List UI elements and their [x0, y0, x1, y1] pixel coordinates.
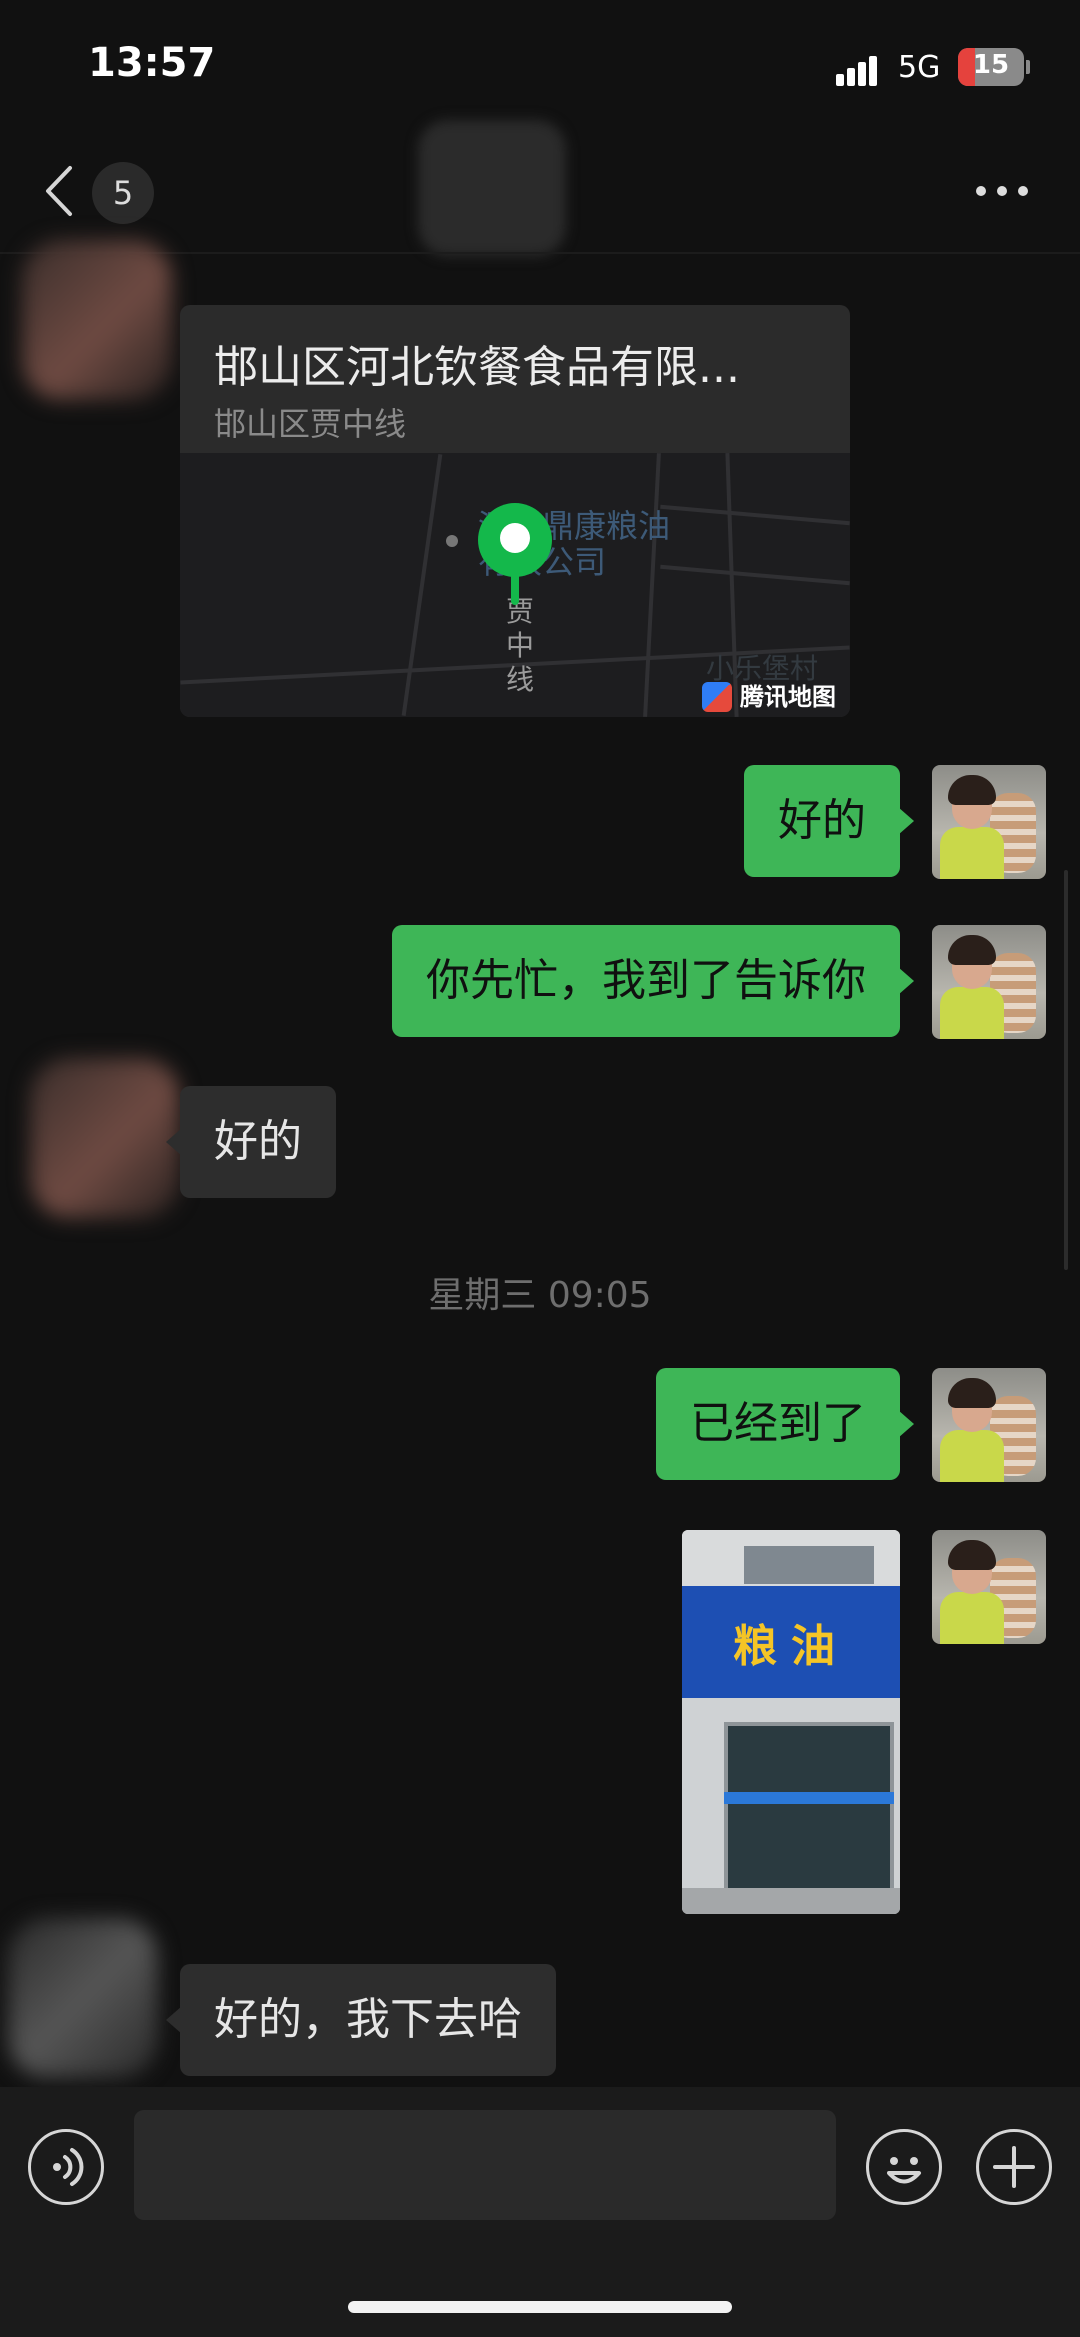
- message-bubble-self[interactable]: 好的: [744, 765, 914, 877]
- location-title: 邯山区河北钦餐食品有限...: [214, 342, 740, 393]
- more-dots-icon[interactable]: [976, 186, 1028, 196]
- message-bubble-other[interactable]: 好的: [166, 1086, 336, 1198]
- plus-icon[interactable]: [976, 2129, 1052, 2205]
- unread-count-badge[interactable]: 5: [92, 162, 154, 224]
- contact-avatar[interactable]: [30, 1058, 180, 1218]
- self-avatar[interactable]: [932, 765, 1046, 879]
- signal-icon: [836, 54, 886, 86]
- chat-title-redacted: [418, 120, 566, 256]
- contact-avatar[interactable]: [8, 1918, 158, 2078]
- location-address: 邯山区贾中线: [214, 405, 407, 443]
- message-input[interactable]: [134, 2110, 836, 2220]
- voice-icon[interactable]: [28, 2129, 104, 2205]
- photo-message[interactable]: 粮油: [682, 1530, 900, 1914]
- tencent-map-logo-icon: [702, 682, 732, 712]
- self-avatar[interactable]: [932, 1530, 1046, 1644]
- tencent-map-brand: 腾讯地图: [702, 679, 836, 715]
- message-timestamp: 星期三 09:05: [428, 1275, 652, 1316]
- self-avatar[interactable]: [932, 925, 1046, 1039]
- location-card[interactable]: 邯山区河北钦餐食品有限... 邯山区贾中线 河北鼎康粮油 有限公司 贾中线 小乐…: [180, 305, 850, 717]
- message-bubble-self[interactable]: 你先忙，我到了告诉你: [392, 925, 914, 1037]
- scrollbar[interactable]: [1064, 870, 1068, 1270]
- battery-level: 15: [972, 50, 1010, 80]
- location-map[interactable]: 河北鼎康粮油 有限公司 贾中线 小乐堡村 腾讯地图: [180, 453, 850, 717]
- photo-sign-text: 粮油: [733, 1621, 849, 1672]
- home-indicator[interactable]: [348, 2301, 732, 2313]
- map-road-label: 贾中线: [505, 595, 534, 696]
- tencent-map-label: 腾讯地图: [740, 683, 836, 711]
- message-bubble-self[interactable]: 已经到了: [656, 1368, 914, 1480]
- map-dot: [446, 535, 458, 547]
- self-avatar[interactable]: [932, 1368, 1046, 1482]
- battery-tip: [1026, 60, 1030, 74]
- map-pin-icon: [478, 503, 552, 577]
- battery-icon: 15: [958, 48, 1024, 86]
- status-time: 13:57: [88, 40, 216, 86]
- contact-avatar[interactable]: [22, 240, 172, 400]
- emoji-icon[interactable]: [866, 2129, 942, 2205]
- network-type: 5G: [898, 50, 941, 85]
- message-bubble-other[interactable]: 好的，我下去哈: [166, 1964, 556, 2076]
- chevron-left-icon[interactable]: [40, 164, 80, 218]
